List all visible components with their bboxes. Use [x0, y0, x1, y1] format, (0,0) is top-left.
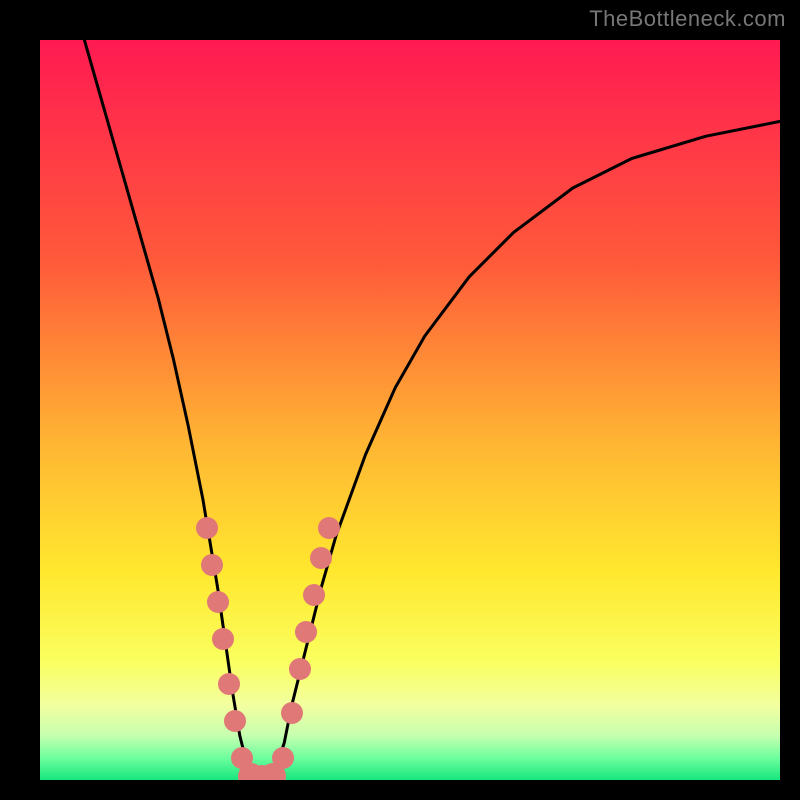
curve-marker — [303, 584, 325, 606]
curve-marker — [281, 702, 303, 724]
curve-marker — [212, 628, 234, 650]
curve-marker — [310, 547, 332, 569]
plot-area — [40, 40, 780, 780]
curve-marker — [224, 710, 246, 732]
background-gradient — [40, 40, 780, 780]
watermark-text: TheBottleneck.com — [589, 6, 786, 32]
curve-marker — [207, 591, 229, 613]
curve-marker — [272, 747, 294, 769]
curve-marker — [295, 621, 317, 643]
curve-marker — [196, 517, 218, 539]
curve-marker — [289, 658, 311, 680]
curve-marker — [201, 554, 223, 576]
curve-marker — [218, 673, 240, 695]
chart-frame: TheBottleneck.com — [0, 0, 800, 800]
curve-marker — [318, 517, 340, 539]
